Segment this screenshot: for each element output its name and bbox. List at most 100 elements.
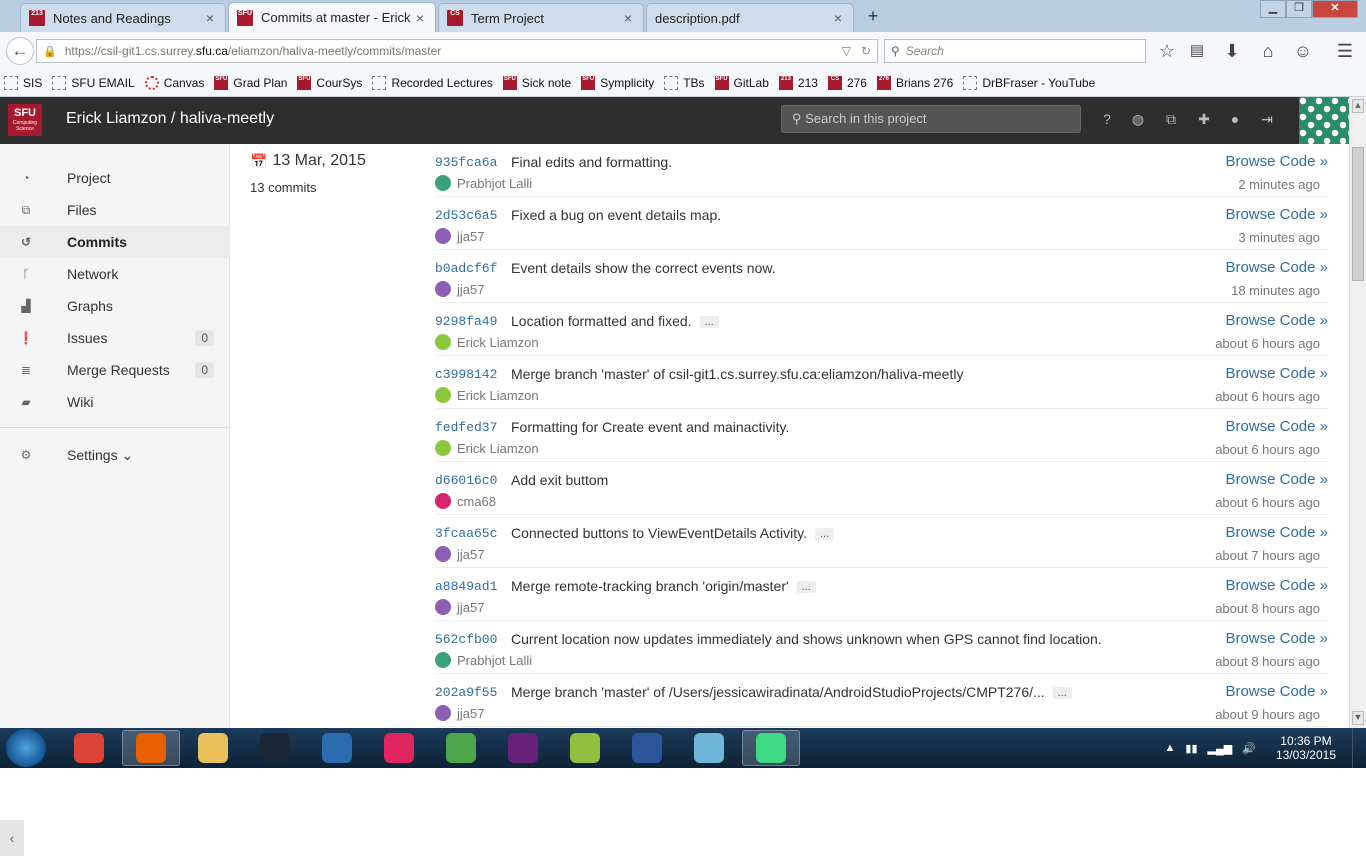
commit-author[interactable]: Prabhjot Lalli [435, 652, 532, 668]
bookmark-gitlab[interactable]: SFU GitLab [714, 76, 769, 90]
menu-icon[interactable]: ☰ [1332, 38, 1358, 64]
close-icon[interactable]: × [203, 10, 217, 26]
sidebar-item-project[interactable]: ◔ Project [0, 162, 230, 194]
clock[interactable]: 10:36 PM 13/03/2015 [1276, 734, 1336, 762]
commit-message[interactable]: Add exit buttom [511, 472, 608, 488]
browse-code-link[interactable]: Browse Code » [1225, 259, 1328, 276]
browser-search-bar[interactable]: ⚲ Search [884, 39, 1146, 63]
commit-author[interactable]: jja57 [435, 599, 484, 615]
browse-code-link[interactable]: Browse Code » [1225, 206, 1328, 223]
url-bar[interactable]: 🔒 https://csil-git1.cs.surrey. sfu.ca/eli… [36, 39, 878, 63]
dropdown-arrow-icon[interactable]: ▽ [842, 44, 851, 58]
tab-commits[interactable]: SFU Commits at master - Erick ... × [228, 2, 436, 32]
commit-author[interactable]: Erick Liamzon [435, 440, 539, 456]
commit-message[interactable]: Formatting for Create event and mainacti… [511, 419, 789, 435]
sidebar-item-graphs[interactable]: ▟ Graphs [0, 290, 230, 322]
scroll-down-arrow-icon[interactable]: ▼ [1352, 711, 1364, 725]
sidebar-collapse-button[interactable]: ‹ [0, 820, 24, 856]
browse-code-link[interactable]: Browse Code » [1225, 683, 1328, 700]
minimize-button[interactable]: ▁ [1260, 0, 1286, 18]
commit-sha-link[interactable]: a8849ad1 [435, 579, 497, 594]
chat-icon[interactable]: ☺ [1290, 38, 1316, 64]
taskbar-app[interactable] [556, 730, 614, 766]
reading-list-icon[interactable]: ▤ [1184, 38, 1210, 64]
commit-message[interactable]: Fixed a bug on event details map. [511, 207, 721, 223]
tab-notes-and-readings[interactable]: 213 Notes and Readings × [20, 3, 226, 32]
window-close-button[interactable]: ✕ [1312, 0, 1358, 18]
sidebar-item-merge-requests[interactable]: ≣ Merge Requests 0 [0, 354, 230, 386]
new-tab-button[interactable]: + [862, 6, 884, 28]
browse-code-link[interactable]: Browse Code » [1225, 630, 1328, 647]
tray-arrow-icon[interactable]: ▲ [1165, 742, 1176, 754]
user-avatar[interactable] [1299, 97, 1349, 144]
close-icon[interactable]: × [413, 10, 427, 26]
tab-description-pdf[interactable]: description.pdf × [646, 3, 854, 32]
expand-message-button[interactable]: ... [1052, 687, 1072, 700]
browse-code-link[interactable]: Browse Code » [1225, 524, 1328, 541]
bookmark-sfu-email[interactable]: SFU EMAIL [52, 76, 135, 90]
commit-author[interactable]: jja57 [435, 705, 484, 721]
taskbar-app[interactable] [742, 730, 800, 766]
commit-sha-link[interactable]: d66016c0 [435, 473, 497, 488]
sfu-logo[interactable]: SFU Computing Science [8, 104, 42, 136]
bookmark-213[interactable]: 213 213 [778, 76, 818, 90]
back-button[interactable]: ← [6, 37, 34, 65]
commit-message[interactable]: Merge branch 'master' of csil-git1.cs.su… [511, 366, 963, 382]
bookmark-sis[interactable]: SIS [4, 76, 42, 90]
bookmark-276[interactable]: CS 276 [827, 76, 867, 90]
commit-author[interactable]: Erick Liamzon [435, 387, 539, 403]
bookmark-grad-plan[interactable]: SFU Grad Plan [214, 76, 287, 90]
commit-sha-link[interactable]: fedfed37 [435, 420, 497, 435]
taskbar-app[interactable] [370, 730, 428, 766]
bookmark-coursys[interactable]: SFU CourSys [297, 76, 362, 90]
bookmark-brians-276[interactable]: 276 Brians 276 [876, 76, 953, 90]
tab-term-project[interactable]: CS Term Project × [438, 3, 644, 32]
commit-sha-link[interactable]: 935fca6a [435, 155, 497, 170]
browse-code-link[interactable]: Browse Code » [1225, 153, 1328, 170]
taskbar-app[interactable] [60, 730, 118, 766]
sidebar-item-wiki[interactable]: ▰ Wiki [0, 386, 230, 418]
project-search-input[interactable]: ⚲ Search in this project [781, 105, 1081, 133]
sidebar-item-commits[interactable]: ↺ Commits [0, 226, 230, 258]
signal-icon[interactable]: ▂▄▆ [1208, 742, 1233, 755]
sidebar-item-files[interactable]: ⧉ Files [0, 194, 230, 226]
bookmark-star-icon[interactable]: ☆ [1154, 38, 1180, 64]
commit-author[interactable]: jja57 [435, 228, 484, 244]
volume-icon[interactable]: 🔊 [1242, 742, 1256, 755]
commit-sha-link[interactable]: 562cfb00 [435, 632, 497, 647]
globe-icon[interactable]: ◍ [1128, 109, 1148, 129]
close-icon[interactable]: × [621, 10, 635, 26]
browse-code-link[interactable]: Browse Code » [1225, 312, 1328, 329]
help-icon[interactable]: ? [1097, 109, 1117, 129]
commit-message[interactable]: Final edits and formatting. [511, 154, 672, 170]
commit-message[interactable]: Current location now updates immediately… [511, 631, 1102, 647]
bookmark-tbs[interactable]: TBs [664, 76, 705, 90]
commit-author[interactable]: Prabhjot Lalli [435, 175, 532, 191]
commit-message[interactable]: Event details show the correct events no… [511, 260, 776, 276]
commit-author[interactable]: jja57 [435, 546, 484, 562]
show-desktop-button[interactable] [1352, 728, 1366, 768]
expand-message-button[interactable]: ... [814, 528, 835, 541]
user-icon[interactable]: ● [1225, 109, 1245, 129]
commit-sha-link[interactable]: 2d53c6a5 [435, 208, 497, 223]
scroll-thumb[interactable] [1352, 147, 1364, 281]
bookmark-symplicity[interactable]: SFU Symplicity [581, 76, 654, 90]
copy-icon[interactable]: ⧉ [1161, 109, 1181, 129]
reload-icon[interactable]: ↻ [861, 44, 871, 58]
sidebar-item-settings[interactable]: ⚙ Settings ⌄ [0, 439, 230, 471]
expand-message-button[interactable]: ... [699, 316, 719, 329]
commit-author[interactable]: cma68 [435, 493, 496, 509]
bookmark-drbfraser[interactable]: DrBFraser - YouTube [963, 76, 1095, 90]
commit-author[interactable]: Erick Liamzon [435, 334, 539, 350]
network-icon[interactable]: ▮▮ [1185, 742, 1197, 755]
bookmark-recorded-lectures[interactable]: Recorded Lectures [372, 76, 493, 90]
sidebar-item-network[interactable]: ᚴ Network [0, 258, 230, 290]
download-icon[interactable]: ⬇ [1219, 38, 1245, 64]
commit-message[interactable]: Connected buttons to ViewEventDetails Ac… [511, 525, 835, 541]
browse-code-link[interactable]: Browse Code » [1225, 418, 1328, 435]
taskbar-app[interactable] [432, 730, 490, 766]
taskbar-app[interactable] [680, 730, 738, 766]
browse-code-link[interactable]: Browse Code » [1225, 365, 1328, 382]
taskbar-app[interactable] [246, 730, 304, 766]
commit-message[interactable]: Location formatted and fixed.... [511, 313, 719, 329]
